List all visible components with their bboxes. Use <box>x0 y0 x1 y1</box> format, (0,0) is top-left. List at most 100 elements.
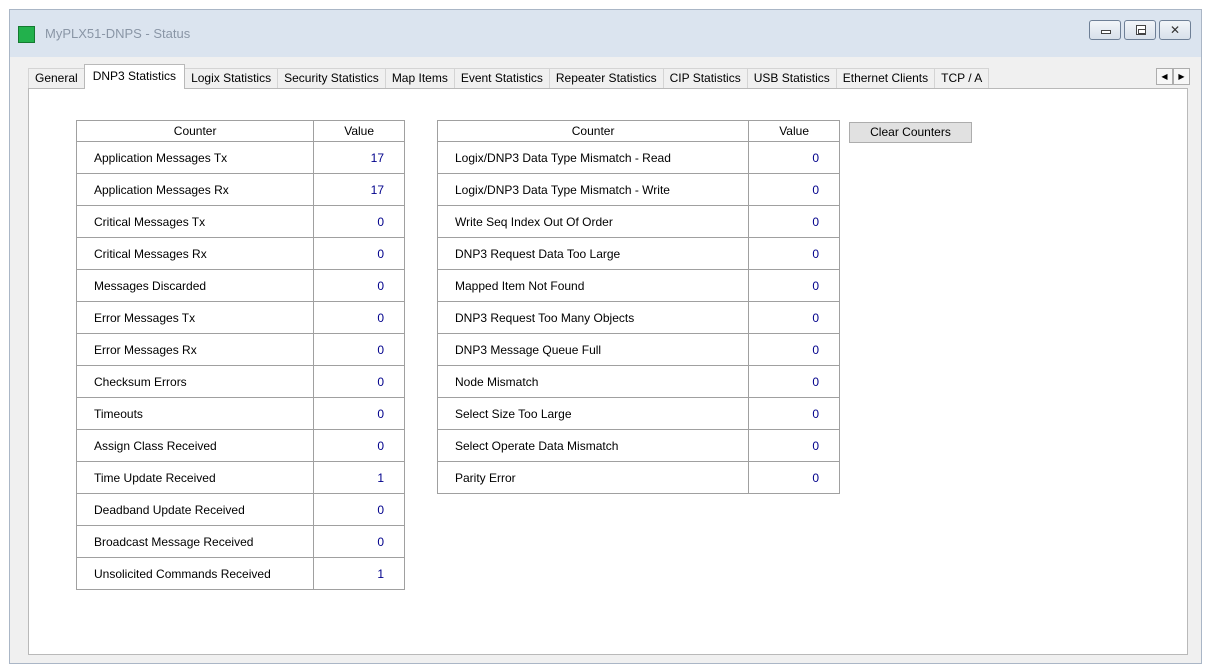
counter-name: Error Messages Tx <box>75 301 315 334</box>
tab-map-items[interactable]: Map Items <box>384 68 455 89</box>
counter-name: Mapped Item Not Found <box>436 269 750 302</box>
status-window: MyPLX51-DNPS - Status ✕ General DNP3 Sta… <box>9 9 1202 664</box>
minimize-button[interactable] <box>1089 20 1121 40</box>
counter-value: 0 <box>748 269 840 302</box>
counter-value: 0 <box>748 365 840 398</box>
tab-security-statistics[interactable]: Security Statistics <box>277 68 386 89</box>
table-row[interactable]: DNP3 Request Data Too Large 0 <box>436 237 840 270</box>
tab-tcp[interactable]: TCP / A <box>934 68 990 89</box>
dnp3-counters-table: Counter Value Application Messages Tx 17 A… <box>75 120 405 590</box>
close-button[interactable]: ✕ <box>1159 20 1191 40</box>
counter-value: 1 <box>313 557 405 590</box>
counter-value: 17 <box>313 173 405 206</box>
tab-repeater-statistics[interactable]: Repeater Statistics <box>548 68 664 89</box>
maximize-button[interactable] <box>1124 20 1156 40</box>
tab-cip-statistics[interactable]: CIP Statistics <box>662 68 748 89</box>
counter-name: Critical Messages Tx <box>75 205 315 238</box>
counter-value: 0 <box>313 333 405 366</box>
counter-name: Error Messages Rx <box>75 333 315 366</box>
tab-strip: General DNP3 Statistics Logix Statistics… <box>28 64 990 89</box>
window-title: MyPLX51-DNPS - Status <box>45 26 191 41</box>
title-bar[interactable]: MyPLX51-DNPS - Status ✕ <box>10 10 1201 57</box>
table-row[interactable]: Broadcast Message Received 0 <box>75 525 405 558</box>
maximize-icon <box>1136 25 1146 35</box>
table-row[interactable]: Logix/DNP3 Data Type Mismatch - Write 0 <box>436 173 840 206</box>
column-header-counter[interactable]: Counter <box>75 120 315 142</box>
counter-name: DNP3 Request Too Many Objects <box>436 301 750 334</box>
counter-name: Node Mismatch <box>436 365 750 398</box>
counter-value: 0 <box>313 429 405 462</box>
close-icon: ✕ <box>1169 23 1181 37</box>
table-row[interactable]: Error Messages Rx 0 <box>75 333 405 366</box>
counter-name: Logix/DNP3 Data Type Mismatch - Read <box>436 141 750 174</box>
counter-name: Application Messages Rx <box>75 173 315 206</box>
counter-name: Deadband Update Received <box>75 493 315 526</box>
table-row[interactable]: Unsolicited Commands Received 1 <box>75 557 405 590</box>
counter-name: Broadcast Message Received <box>75 525 315 558</box>
column-header-value[interactable]: Value <box>748 120 840 142</box>
table-row[interactable]: Mapped Item Not Found 0 <box>436 269 840 302</box>
tab-dnp3-statistics[interactable]: DNP3 Statistics <box>83 64 186 89</box>
counter-value: 0 <box>748 237 840 270</box>
table-row[interactable]: Select Size Too Large 0 <box>436 397 840 430</box>
table-row[interactable]: Deadband Update Received 0 <box>75 493 405 526</box>
counter-value: 0 <box>748 141 840 174</box>
app-icon <box>18 26 35 43</box>
counter-value: 0 <box>313 365 405 398</box>
tab-event-statistics[interactable]: Event Statistics <box>453 68 550 89</box>
logix-dnp3-error-table: Counter Value Logix/DNP3 Data Type Misma… <box>436 120 840 494</box>
counter-value: 0 <box>313 397 405 430</box>
counter-name: Logix/DNP3 Data Type Mismatch - Write <box>436 173 750 206</box>
column-header-value[interactable]: Value <box>313 120 405 142</box>
counter-value: 0 <box>313 237 405 270</box>
counter-name: Select Size Too Large <box>436 397 750 430</box>
counter-name: Assign Class Received <box>75 429 315 462</box>
counter-name: DNP3 Message Queue Full <box>436 333 750 366</box>
counter-name: Critical Messages Rx <box>75 237 315 270</box>
column-header-counter[interactable]: Counter <box>436 120 750 142</box>
tab-logix-statistics[interactable]: Logix Statistics <box>184 68 279 89</box>
table-row[interactable]: Error Messages Tx 0 <box>75 301 405 334</box>
table-row[interactable]: Time Update Received 1 <box>75 461 405 494</box>
table-row[interactable]: Select Operate Data Mismatch 0 <box>436 429 840 462</box>
table-row[interactable]: Messages Discarded 0 <box>75 269 405 302</box>
table-row[interactable]: Write Seq Index Out Of Order 0 <box>436 205 840 238</box>
tab-general[interactable]: General <box>28 68 85 89</box>
clear-counters-button[interactable]: Clear Counters <box>849 122 972 143</box>
table-row[interactable]: Critical Messages Tx 0 <box>75 205 405 238</box>
dnp3-statistics-panel: Counter Value Application Messages Tx 17 A… <box>28 88 1188 655</box>
counter-value: 0 <box>313 301 405 334</box>
table-row[interactable]: Parity Error 0 <box>436 461 840 494</box>
counter-value: 0 <box>313 525 405 558</box>
tab-usb-statistics[interactable]: USB Statistics <box>746 68 837 89</box>
counter-value: 0 <box>748 205 840 238</box>
table-row[interactable]: Checksum Errors 0 <box>75 365 405 398</box>
table-row[interactable]: Node Mismatch 0 <box>436 365 840 398</box>
table-header-row: Counter Value <box>75 120 405 142</box>
counter-value: 0 <box>748 301 840 334</box>
table-row[interactable]: DNP3 Message Queue Full 0 <box>436 333 840 366</box>
counter-value: 0 <box>313 205 405 238</box>
counter-value: 0 <box>748 397 840 430</box>
counter-name: Select Operate Data Mismatch <box>436 429 750 462</box>
table-row[interactable]: Application Messages Rx 17 <box>75 173 405 206</box>
counter-value: 0 <box>748 173 840 206</box>
counter-name: Parity Error <box>436 461 750 494</box>
counter-name: Time Update Received <box>75 461 315 494</box>
counter-name: Unsolicited Commands Received <box>75 557 315 590</box>
counter-value: 1 <box>313 461 405 494</box>
counter-value: 0 <box>313 269 405 302</box>
counter-name: Write Seq Index Out Of Order <box>436 205 750 238</box>
table-row[interactable]: Assign Class Received 0 <box>75 429 405 462</box>
table-row[interactable]: Application Messages Tx 17 <box>75 141 405 174</box>
table-row[interactable]: Timeouts 0 <box>75 397 405 430</box>
table-row[interactable]: Logix/DNP3 Data Type Mismatch - Read 0 <box>436 141 840 174</box>
tab-scroll-right-icon[interactable]: ▶ <box>1173 68 1190 85</box>
counter-value: 0 <box>748 461 840 494</box>
tab-ethernet-clients[interactable]: Ethernet Clients <box>835 68 936 89</box>
counter-name: Messages Discarded <box>75 269 315 302</box>
tab-scroll-left-icon[interactable]: ◀ <box>1156 68 1173 85</box>
table-row[interactable]: Critical Messages Rx 0 <box>75 237 405 270</box>
table-row[interactable]: DNP3 Request Too Many Objects 0 <box>436 301 840 334</box>
tab-scroll-buttons: ◀ ▶ <box>1156 68 1190 85</box>
